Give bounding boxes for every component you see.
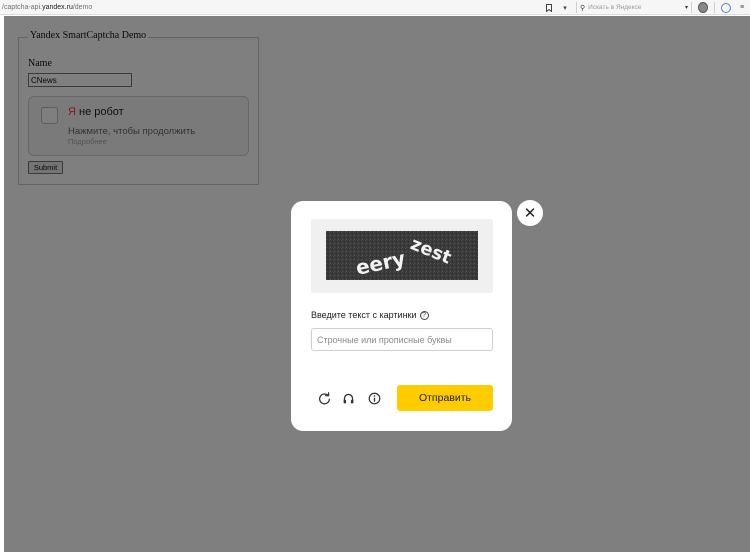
toolbar-divider — [576, 2, 577, 13]
bookmark-dropdown-icon[interactable]: ▾ — [560, 3, 570, 13]
info-icon[interactable] — [367, 391, 381, 405]
alice-icon[interactable] — [721, 2, 731, 13]
captcha-submit-button[interactable]: Отправить — [397, 385, 493, 411]
close-button[interactable]: ✕ — [517, 200, 543, 226]
address-bar[interactable]: /captcha-api.yandex.ru/demo — [0, 4, 92, 11]
captcha-image: eery zest — [326, 231, 478, 280]
captcha-prompt: Введите текст с картинки ? — [311, 310, 429, 320]
search-icon: ⚲ — [580, 4, 586, 12]
url-host: yandex.ru — [42, 3, 73, 11]
url-path: /demo — [72, 3, 93, 11]
help-icon[interactable]: ? — [419, 310, 429, 320]
search-placeholder: Искать в Яндексе — [588, 4, 642, 11]
captcha-modal: eery zest Введите текст с картинки ? Отп… — [291, 201, 512, 431]
toolbar-divider — [691, 2, 692, 13]
search-dropdown-icon[interactable]: ▾ — [685, 4, 688, 11]
bookmark-icon[interactable] — [544, 3, 554, 13]
captcha-prompt-text: Введите текст с картинки — [311, 310, 417, 320]
refresh-icon[interactable] — [317, 391, 331, 405]
profile-avatar-icon[interactable] — [698, 2, 708, 13]
headphones-icon[interactable] — [341, 391, 355, 405]
url-prefix: /captcha-api. — [2, 3, 43, 11]
captcha-answer-input[interactable] — [311, 328, 493, 351]
menu-icon[interactable]: ≡ — [737, 3, 747, 13]
close-icon: ✕ — [523, 205, 537, 222]
toolbar-divider — [714, 2, 715, 13]
browser-search-field[interactable]: ⚲ Искать в Яндексе ▾ — [580, 2, 688, 13]
toolbar-right: ▾ ⚲ Искать в Яндексе ▾ ≡ — [541, 0, 750, 15]
captcha-image-frame: eery zest — [311, 219, 493, 293]
browser-toolbar: /captcha-api.yandex.ru/demo ▾ ⚲ Искать в… — [0, 0, 750, 15]
